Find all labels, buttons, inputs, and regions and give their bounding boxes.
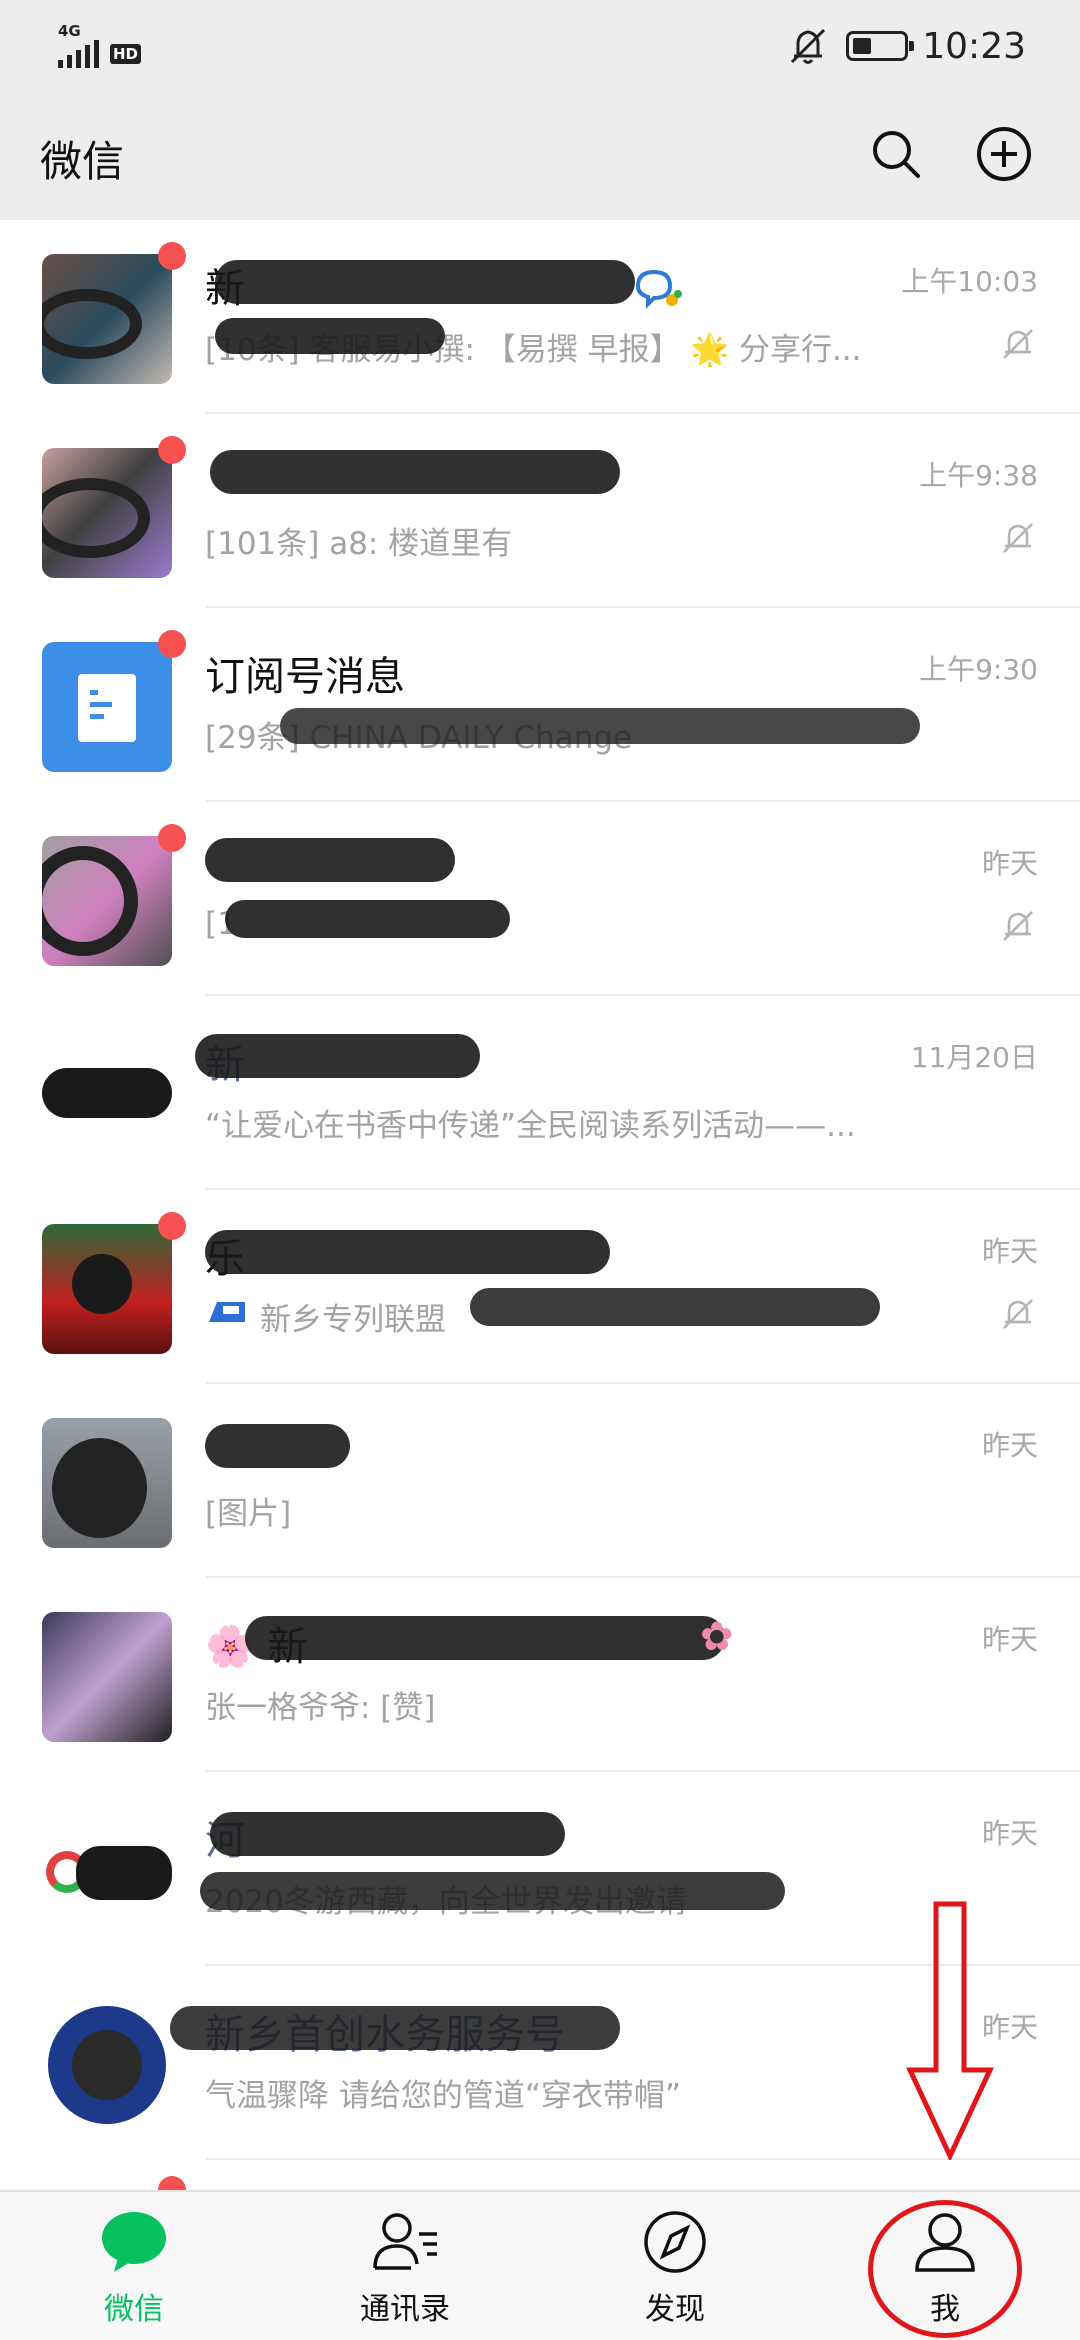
chat-name: 订阅号消息: [205, 654, 405, 700]
redaction-scribble: [205, 1230, 610, 1274]
add-icon[interactable]: [976, 126, 1032, 182]
network-type: 4G: [58, 22, 81, 40]
redaction-scribble: [210, 450, 620, 494]
chat-preview: [101条] a8: 楼道里有: [205, 526, 513, 562]
mute-bell-icon: [1003, 523, 1033, 553]
wechat-screen: 4G HD 10:23 微信 [10条] 客服易小撰: 【易撰 早报】 🌟 分享…: [0, 0, 1080, 2340]
redaction-scribble: [225, 900, 510, 938]
avatar: [42, 1418, 172, 1548]
mute-bell-icon: [1003, 911, 1033, 941]
chat-row[interactable]: [1 昨天: [0, 802, 1080, 996]
annotation-circle: [868, 2200, 1022, 2338]
chat-row[interactable]: 订阅号消息 [29条] CHINA DAILY Change 上午9:30: [0, 608, 1080, 802]
redaction-scribble: [200, 1872, 785, 1910]
redaction-scribble: [210, 1812, 565, 1856]
chat-row[interactable]: 新 “让爱心在书香中传递”全民阅读系列活动——... 11月20日: [0, 996, 1080, 1190]
avatar: [42, 1806, 172, 1936]
bell-off-icon: [791, 28, 826, 64]
contacts-icon: [373, 2213, 437, 2270]
search-icon[interactable]: [868, 126, 924, 182]
flower-icon: ✿: [700, 1614, 734, 1660]
annotation-arrow: [906, 1901, 994, 2160]
unread-dot: [158, 630, 186, 658]
subscription-avatar: [42, 642, 172, 772]
mute-bell-icon: [1003, 1299, 1033, 1329]
redaction-scribble: [470, 1288, 880, 1326]
chat-row[interactable]: [0, 2160, 1080, 2190]
chat-row[interactable]: 🌸 新 ✿ 张一格爷爷: [赞] 昨天: [0, 1578, 1080, 1772]
chat-row[interactable]: [图片] 昨天: [0, 1384, 1080, 1578]
compass-icon: [644, 2211, 706, 2273]
chat-preview: “让爱心在书香中传递”全民阅读系列活动——...: [205, 1108, 856, 1144]
status-bar: 4G HD 10:23: [0, 0, 1080, 92]
tab-label: 发现: [645, 2292, 705, 2327]
train-icon: [209, 1302, 245, 1322]
chat-row[interactable]: 新 [10条] 客服易小撰: 【易撰 早报】 🌟 分享行... 上午10:03: [0, 220, 1080, 414]
chat-time: 上午9:30: [919, 653, 1038, 686]
clock: 10:23: [922, 25, 1026, 67]
tab-label: 微信: [104, 2292, 164, 2327]
chat-preview: 气温骤降 请给您的管道“穿衣带帽”: [205, 2078, 681, 2114]
chat-preview: 张一格爷爷: [赞]: [205, 1690, 436, 1726]
unread-dot: [158, 1212, 186, 1240]
avatar: [42, 448, 172, 578]
redaction-scribble: [170, 2006, 620, 2050]
document-icon: [78, 674, 136, 742]
unread-dot: [158, 2176, 186, 2190]
avatar: [42, 2000, 172, 2130]
avatar: [42, 1224, 172, 1354]
redaction-scribble: [280, 708, 920, 744]
enterprise-chat-icon: [635, 269, 682, 309]
tab-contacts[interactable]: 通讯录: [305, 2202, 505, 2332]
unread-dot: [158, 824, 186, 852]
redaction-scribble: [245, 1616, 725, 1660]
chat-preview: [图片]: [205, 1496, 292, 1532]
page-title: 微信: [40, 137, 125, 186]
chat-list: 新 [10条] 客服易小撰: 【易撰 早报】 🌟 分享行... 上午10:03: [0, 220, 1080, 2190]
redaction-scribble: [195, 1034, 480, 1078]
chat-time: 上午9:38: [919, 459, 1038, 492]
chat-row[interactable]: [101条] a8: 楼道里有 上午9:38: [0, 414, 1080, 608]
tab-label: 通讯录: [360, 2292, 450, 2327]
tab-discover[interactable]: 发现: [575, 2202, 775, 2332]
avatar: [42, 836, 172, 966]
avatar: [42, 254, 172, 384]
battery-icon: [846, 31, 915, 61]
chat-time: 上午10:03: [901, 265, 1038, 298]
unread-dot: [158, 242, 186, 270]
chat-time: 11月20日: [910, 1041, 1038, 1074]
app-header: 微信: [0, 92, 1080, 220]
tab-chats[interactable]: 微信: [34, 2202, 234, 2332]
hd-badge: HD: [110, 44, 142, 64]
signal-indicator: 4G HD: [54, 22, 154, 70]
redaction-scribble: [205, 1424, 350, 1468]
chat-time: 昨天: [981, 1623, 1038, 1656]
avatar: [42, 1612, 172, 1742]
redaction-scribble: [205, 838, 455, 882]
mute-bell-icon: [1003, 329, 1033, 359]
chat-time: 昨天: [981, 847, 1038, 880]
unread-dot: [158, 436, 186, 464]
chat-bubble-icon: [102, 2212, 166, 2272]
redaction-scribble: [215, 318, 445, 354]
chat-time: 昨天: [981, 1817, 1038, 1850]
avatar: [42, 1030, 172, 1160]
chat-row[interactable]: 乐 新乡专列联盟 昨天: [0, 1190, 1080, 1384]
chat-time: 昨天: [981, 1235, 1038, 1268]
redaction-scribble: [215, 260, 635, 304]
chat-time: 昨天: [981, 1429, 1038, 1462]
signal-bars-icon: [58, 40, 104, 68]
